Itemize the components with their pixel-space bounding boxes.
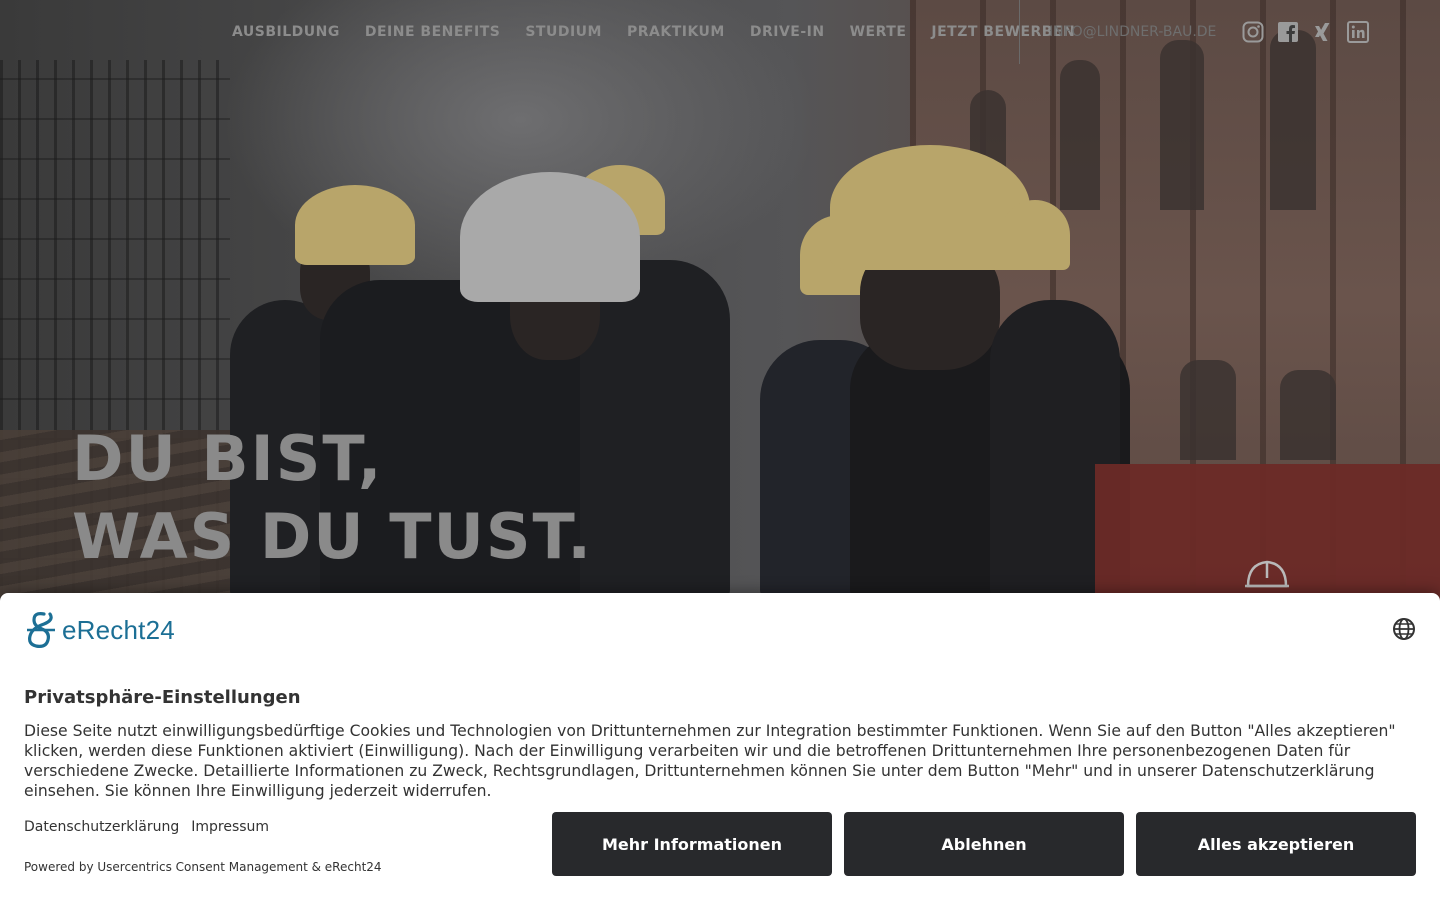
cookie-consent-banner: eRecht24 Privatsphäre-Einstellungen Dies…	[0, 593, 1440, 900]
xing-icon[interactable]	[1312, 21, 1334, 43]
powered-by-text: Powered by Usercentrics Consent Manageme…	[24, 860, 382, 874]
helmet	[460, 172, 640, 302]
nav-link-benefits[interactable]: DEINE BENEFITS	[365, 20, 500, 44]
erecht24-logo: eRecht24	[24, 610, 175, 650]
nav-email-link[interactable]: INFO@LINDNER-BAU.DE	[1049, 20, 1216, 44]
accept-all-button[interactable]: Alles akzeptieren	[1136, 812, 1416, 876]
headline-line-1: DU BIST,	[72, 422, 384, 495]
nav-link-studium[interactable]: STUDIUM	[525, 20, 602, 44]
consent-description: Diese Seite nutzt einwilligungsbedürftig…	[24, 722, 1396, 800]
top-navigation: AUSBILDUNG DEINE BENEFITS STUDIUM PRAKTI…	[0, 0, 1440, 64]
privacy-policy-link[interactable]: Datenschutzerklärung	[24, 819, 179, 835]
nav-link-drive-in[interactable]: DRIVE-IN	[750, 20, 825, 44]
headline-line-2: WAS DU TUST.	[72, 500, 593, 573]
erecht24-wordmark: eRecht24	[62, 614, 175, 645]
imprint-link[interactable]: Impressum	[191, 819, 269, 835]
consent-title: Privatsphäre-Einstellungen	[24, 687, 301, 708]
erecht24-logo-icon	[27, 612, 55, 648]
consent-links: Datenschutzerklärung Impressum	[24, 819, 269, 835]
hero-headline: DU BIST, WAS DU TUST.	[72, 420, 593, 576]
globe-icon[interactable]	[1392, 617, 1416, 641]
nav-link-ausbildung[interactable]: AUSBILDUNG	[232, 20, 340, 44]
nav-divider	[1019, 0, 1020, 64]
helmet	[295, 185, 415, 265]
facebook-icon[interactable]	[1277, 21, 1299, 43]
helmet-icon	[1245, 560, 1289, 588]
decline-button[interactable]: Ablehnen	[844, 812, 1124, 876]
linkedin-icon[interactable]	[1347, 21, 1369, 43]
nav-links: AUSBILDUNG DEINE BENEFITS STUDIUM PRAKTI…	[232, 20, 1100, 44]
more-information-button[interactable]: Mehr Informationen	[552, 812, 832, 876]
nav-link-werte[interactable]: WERTE	[850, 20, 907, 44]
helmet	[1000, 200, 1070, 270]
instagram-icon[interactable]	[1242, 21, 1264, 43]
nav-link-praktikum[interactable]: PRAKTIKUM	[627, 20, 725, 44]
